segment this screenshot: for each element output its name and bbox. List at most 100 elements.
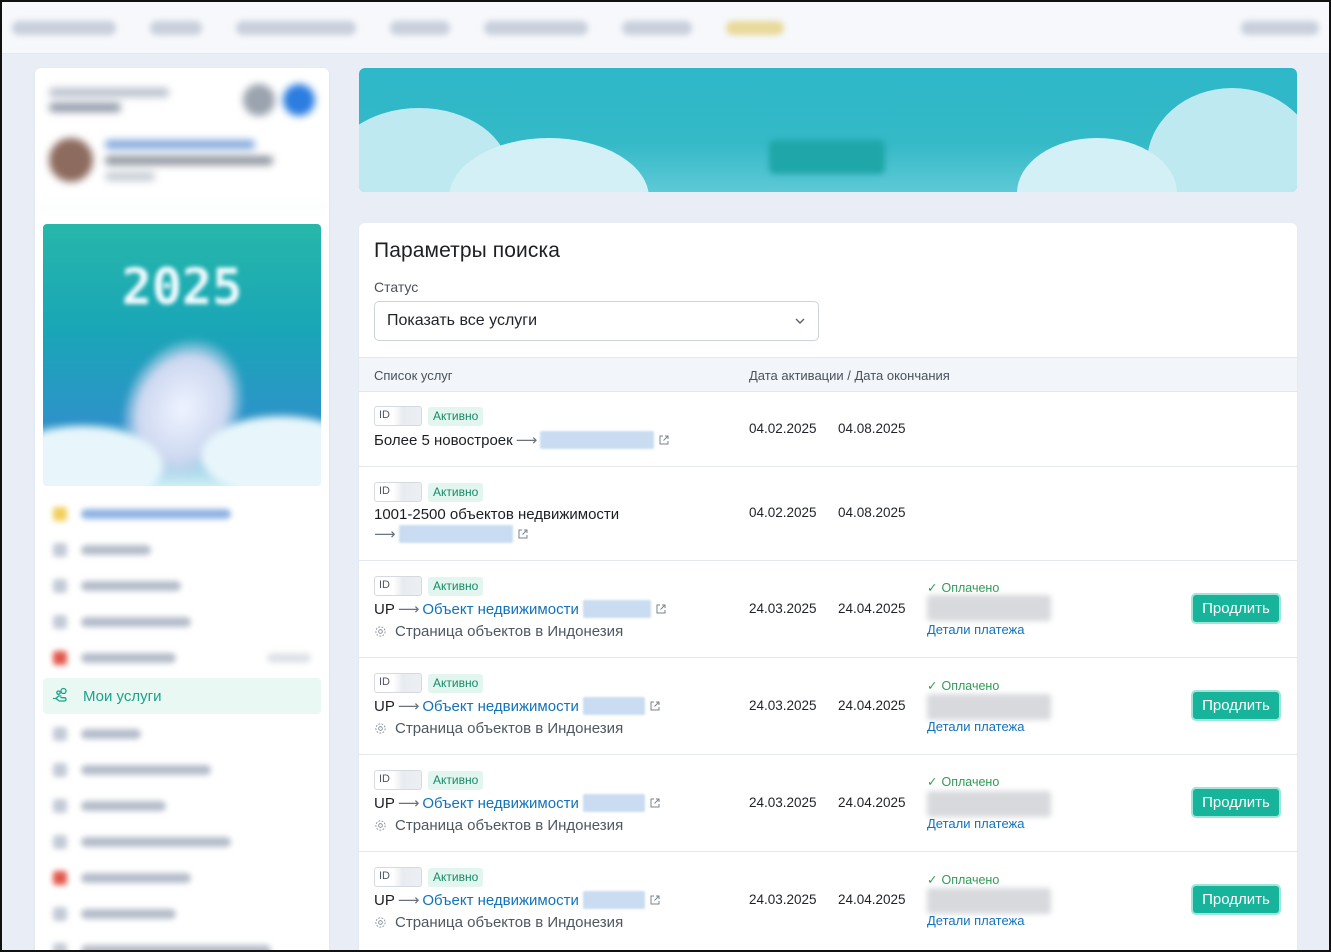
- external-link-icon[interactable]: [658, 434, 670, 446]
- activation-date: 24.03.2025: [749, 795, 817, 810]
- avatar[interactable]: [49, 138, 93, 182]
- sidebar-item-blurred[interactable]: [43, 788, 321, 824]
- nav-item-blurred[interactable]: [12, 20, 116, 35]
- sidebar-item-label: Мои услуги: [83, 687, 162, 705]
- chevron-down-icon: [795, 318, 805, 324]
- activation-date: 24.03.2025: [749, 892, 817, 907]
- activation-date: 24.03.2025: [749, 601, 817, 616]
- id-tag: ID: [374, 867, 422, 887]
- status-badge: Активно: [428, 770, 484, 790]
- app-window: 2025 Мои услуги Параметры поиска Статус …: [0, 0, 1331, 952]
- service-prefix: UP: [374, 600, 395, 618]
- check-icon: ✓: [927, 775, 938, 789]
- redacted-id: [582, 600, 651, 618]
- hand-coins-icon: [52, 687, 67, 702]
- arrow-right-icon: ⟶: [515, 432, 538, 449]
- service-link[interactable]: Объект недвижимости: [422, 892, 578, 909]
- payment-details-link[interactable]: Детали платежа: [927, 816, 1025, 831]
- user-panel-blurred: [35, 68, 329, 208]
- services-card: Параметры поиска Статус Показать все усл…: [359, 223, 1297, 950]
- arrow-right-icon: ⟶: [374, 526, 396, 543]
- sidebar-item-my-services[interactable]: Мои услуги: [43, 678, 321, 714]
- status-select-value: Показать все услуги: [387, 312, 538, 329]
- activation-date: 04.02.2025: [749, 421, 817, 436]
- nav-item-blurred[interactable]: [726, 20, 784, 35]
- service-title: 1001-2500 объектов недвижимости: [374, 506, 620, 523]
- renew-button[interactable]: Продлить: [1191, 593, 1281, 624]
- service-title: Более 5 новостроек: [374, 431, 513, 449]
- renew-button[interactable]: Продлить: [1191, 787, 1281, 818]
- payment-status: ✓ Оплачено: [927, 580, 999, 596]
- id-tag: ID: [374, 482, 422, 502]
- service-link[interactable]: Объект недвижимости: [422, 795, 578, 812]
- redacted-link[interactable]: [540, 431, 655, 449]
- payment-status-label: Оплачено: [941, 872, 1000, 887]
- table-header: Список услуг Дата активации / Дата оконч…: [359, 357, 1297, 392]
- service-subtitle: Страница объектов в Индонезия: [395, 914, 624, 931]
- sidebar-item-blurred[interactable]: [43, 932, 321, 950]
- id-tag: ID: [374, 770, 422, 790]
- payment-details-link[interactable]: Детали платежа: [927, 719, 1025, 734]
- redacted-link[interactable]: [398, 525, 513, 543]
- sidebar-item-blurred[interactable]: [43, 824, 321, 860]
- arrow-right-icon: ⟶: [397, 892, 420, 909]
- payment-details-link[interactable]: Детали платежа: [927, 622, 1025, 637]
- external-link-icon[interactable]: [649, 797, 661, 809]
- external-link-icon[interactable]: [655, 603, 667, 615]
- sidebar-item-blurred[interactable]: [43, 752, 321, 788]
- id-tag: ID: [374, 673, 422, 693]
- redacted-payment: [927, 595, 1051, 621]
- nav-item-blurred[interactable]: [236, 20, 356, 35]
- nav-profile-blurred[interactable]: [1241, 20, 1319, 35]
- sidebar-item-blurred[interactable]: [43, 568, 321, 604]
- nav-item-blurred[interactable]: [150, 20, 202, 35]
- table-row: ID Активно UP ⟶ Объект недвижимости Стра…: [359, 852, 1297, 949]
- payment-status: ✓ Оплачено: [927, 774, 999, 790]
- nav-item-blurred[interactable]: [390, 20, 450, 35]
- sidebar-item-blurred[interactable]: [43, 640, 321, 676]
- page-title: Параметры поиска: [374, 239, 560, 262]
- table-row: ID Активно 1001-2500 объектов недвижимос…: [359, 467, 1297, 561]
- banner-button-blurred[interactable]: [769, 140, 885, 174]
- service-link[interactable]: Объект недвижимости: [422, 698, 578, 715]
- redacted-payment: [927, 791, 1051, 817]
- sidebar-item-blurred[interactable]: [43, 532, 321, 568]
- renew-button[interactable]: Продлить: [1191, 690, 1281, 721]
- service-prefix: UP: [374, 891, 395, 909]
- redacted-id: [582, 794, 645, 812]
- sidebar-item-blurred[interactable]: [43, 604, 321, 640]
- arrow-right-icon: ⟶: [397, 601, 420, 618]
- expiry-date: 24.04.2025: [838, 795, 906, 810]
- service-link[interactable]: Объект недвижимости: [422, 601, 578, 618]
- check-icon: ✓: [927, 581, 938, 595]
- table-row: ID Активно Более 5 новостроек ⟶ 04.02.20…: [359, 392, 1297, 467]
- external-link-icon[interactable]: [517, 528, 529, 540]
- sidebar-menu: Мои услуги: [35, 486, 329, 950]
- payment-status: ✓ Оплачено: [927, 678, 1000, 694]
- promo-banner[interactable]: 2025: [43, 224, 321, 486]
- table-row: ID Активно UP ⟶ Объект недвижимости Стра…: [359, 658, 1297, 755]
- status-badge: Активно: [428, 406, 484, 426]
- arrow-right-icon: ⟶: [397, 795, 420, 812]
- status-badge: Активно: [428, 867, 484, 887]
- top-navigation: [2, 2, 1329, 54]
- status-select[interactable]: Показать все услуги: [374, 301, 819, 341]
- service-prefix: UP: [374, 794, 395, 812]
- banner-title-blurred: [359, 92, 1297, 123]
- external-link-icon[interactable]: [649, 894, 661, 906]
- redacted-id: [582, 891, 645, 909]
- sidebar-item-blurred[interactable]: [43, 496, 321, 532]
- payment-details-link[interactable]: Детали платежа: [927, 913, 1025, 928]
- nav-item-blurred[interactable]: [622, 20, 692, 35]
- payment-status-label: Оплачено: [941, 678, 1000, 693]
- sidebar-item-blurred[interactable]: [43, 860, 321, 896]
- sidebar-item-blurred[interactable]: [43, 896, 321, 932]
- table-row: ID Активно UP ⟶ Объект недвижимости Стра…: [359, 561, 1297, 658]
- sidebar-item-blurred[interactable]: [43, 716, 321, 752]
- external-link-icon[interactable]: [649, 700, 661, 712]
- renew-button[interactable]: Продлить: [1191, 884, 1281, 915]
- promo-top-banner[interactable]: [359, 68, 1297, 192]
- nav-item-blurred[interactable]: [484, 20, 588, 35]
- gear-icon: [375, 917, 386, 928]
- service-subtitle: Страница объектов в Индонезия: [395, 720, 624, 737]
